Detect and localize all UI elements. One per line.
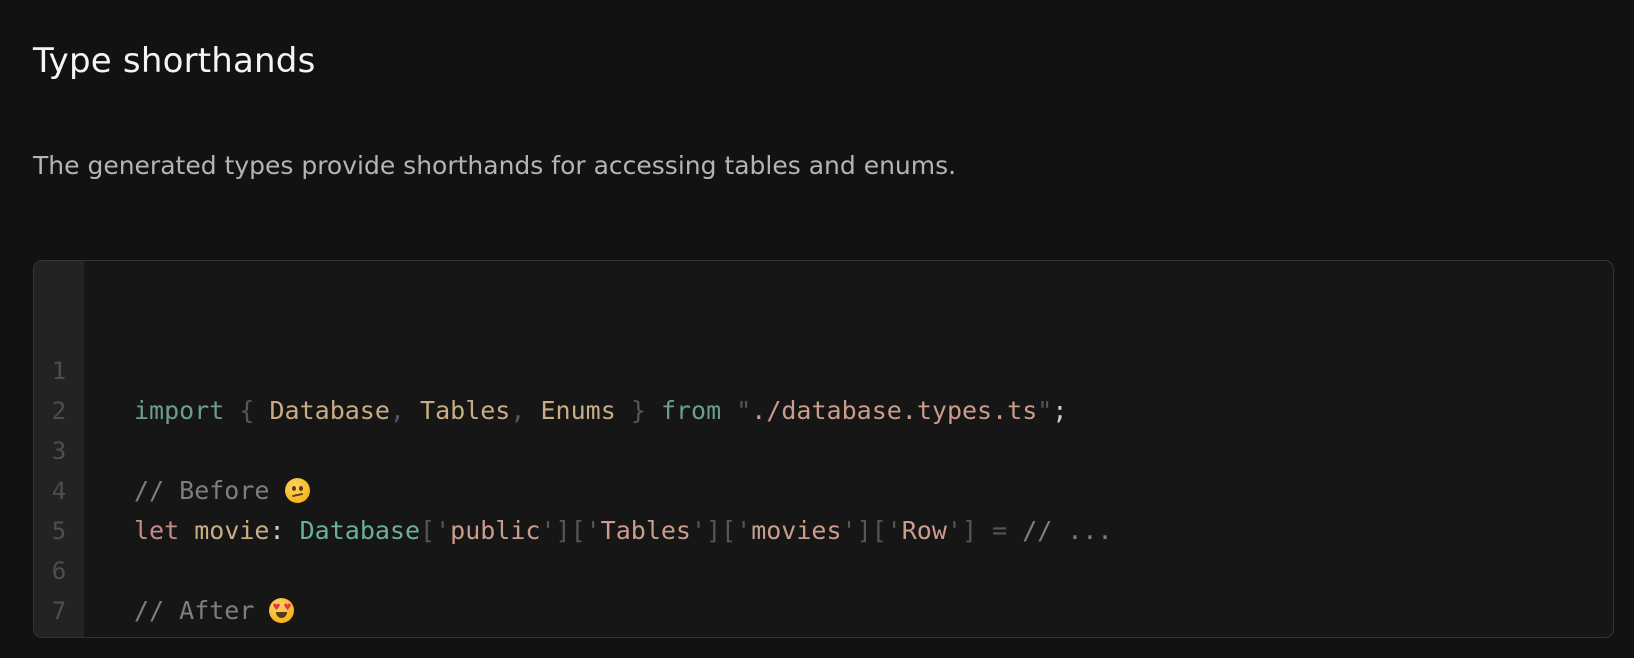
line-number: 7 [51, 597, 67, 625]
code-text: // After ♥ ♥ [134, 591, 295, 631]
type-name: Tables [300, 636, 390, 637]
section-heading: Type shorthands [33, 41, 316, 81]
code-block: 1 import { Database, Tables, Enums } fro… [33, 260, 1614, 638]
code-text: let movie: Tables<'movies'> [134, 631, 540, 637]
code-line-3: 3 // Before [34, 391, 1613, 505]
string-literal: movies [420, 636, 510, 637]
code-line-5: 5 [34, 471, 1613, 545]
generic-open: <' [390, 636, 420, 637]
heart-eyes-face-icon: ♥ ♥ [269, 598, 295, 623]
code-line-2: 2 [34, 351, 1613, 425]
code-area: 1 import { Database, Tables, Enums } fro… [34, 311, 1613, 637]
code-line-1: 1 import { Database, Tables, Enums } fro… [34, 311, 1613, 425]
code-line-7: 7 let movie: Tables<'movies'> [34, 551, 1613, 637]
generic-close: '> [510, 636, 540, 637]
keyword-let: let [134, 636, 179, 637]
section-description: The generated types provide shorthands f… [33, 151, 957, 180]
code-line-4: 4 let movie: Database['public']['Tables'… [34, 431, 1613, 545]
colon: : [269, 636, 284, 637]
variable-name: movie [194, 636, 269, 637]
code-line-6: 6 // After ♥ ♥ [34, 511, 1613, 625]
comment-after: // After [134, 596, 255, 625]
